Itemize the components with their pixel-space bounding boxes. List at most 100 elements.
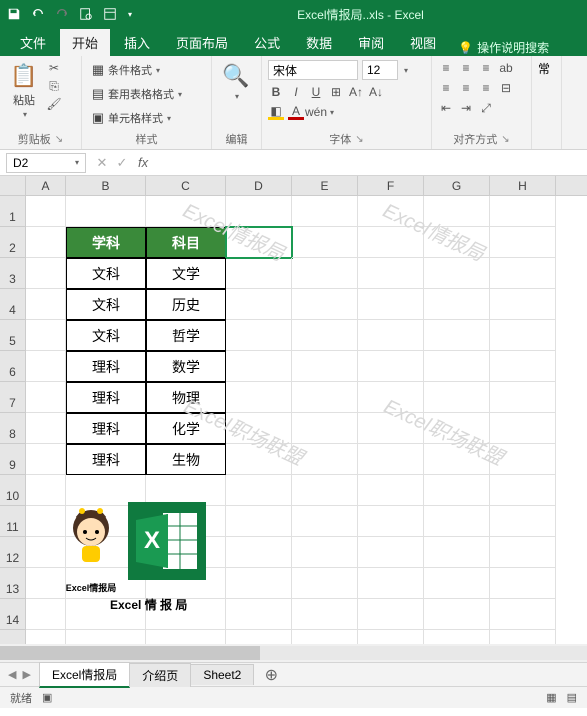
cell[interactable] [424,475,490,506]
cell[interactable]: 科目 [146,227,226,258]
cell[interactable] [26,196,66,227]
cell[interactable] [292,382,358,413]
clipboard-launcher-icon[interactable]: ↘ [55,134,63,145]
cell[interactable]: 文科 [66,289,146,320]
row-header[interactable]: 13 [0,568,26,599]
cell[interactable] [292,506,358,537]
cell[interactable] [424,599,490,630]
cell[interactable] [292,537,358,568]
cell[interactable] [292,227,358,258]
wrap-text-icon[interactable]: ab [498,60,514,76]
open-icon[interactable] [102,6,118,22]
cell[interactable] [292,320,358,351]
row-header[interactable]: 7 [0,382,26,413]
cell[interactable] [26,475,66,506]
cell[interactable] [424,568,490,599]
cell[interactable] [358,227,424,258]
align-center-icon[interactable]: ≡ [458,80,474,96]
cell[interactable] [292,599,358,630]
fill-color-button[interactable]: ◧ [268,104,284,120]
cell[interactable] [26,506,66,537]
merge-center-icon[interactable]: ⊟ [498,80,514,96]
sheet-tab[interactable]: Sheet2 [190,664,254,685]
increase-indent-icon[interactable]: ⇥ [458,100,474,116]
border-button[interactable]: ⊞ [328,84,344,100]
cell[interactable] [66,196,146,227]
new-sheet-button[interactable]: ⊕ [261,665,281,685]
column-header[interactable]: B [66,176,146,195]
row-header[interactable]: 5 [0,320,26,351]
column-header[interactable]: C [146,176,226,195]
column-header[interactable]: E [292,176,358,195]
cell[interactable] [490,382,556,413]
formula-input[interactable] [154,153,587,173]
next-sheet-icon[interactable]: ▶ [22,668,30,681]
cell[interactable] [26,258,66,289]
cell[interactable] [226,506,292,537]
cell[interactable] [490,475,556,506]
cell[interactable] [26,382,66,413]
confirm-input-icon[interactable]: ✓ [112,155,132,171]
cell[interactable] [358,599,424,630]
cell[interactable] [424,506,490,537]
cell[interactable] [424,258,490,289]
cell-styles-button[interactable]: ▣单元格样式▾ [88,108,184,128]
cell[interactable] [26,444,66,475]
underline-button[interactable]: U [308,84,324,100]
cut-icon[interactable]: ✂ [46,60,62,76]
cell[interactable] [358,568,424,599]
cell[interactable] [490,444,556,475]
cell[interactable] [424,196,490,227]
cell[interactable] [358,537,424,568]
select-all-corner[interactable] [0,176,26,195]
cell[interactable] [358,196,424,227]
tab-data[interactable]: 数据 [294,29,344,56]
macro-record-icon[interactable]: ▣ [42,691,52,704]
cell[interactable] [490,227,556,258]
cell[interactable] [424,444,490,475]
align-top-icon[interactable]: ≡ [438,60,454,76]
cell[interactable]: 化学 [146,413,226,444]
align-right-icon[interactable]: ≡ [478,80,494,96]
align-middle-icon[interactable]: ≡ [458,60,474,76]
row-header[interactable]: 11 [0,506,26,537]
cell[interactable]: 理科 [66,382,146,413]
align-bottom-icon[interactable]: ≡ [478,60,494,76]
cell[interactable] [226,444,292,475]
cell[interactable] [424,351,490,382]
qat-dropdown-icon[interactable]: ▾ [128,10,132,19]
cell[interactable] [292,258,358,289]
cell[interactable] [358,320,424,351]
row-header[interactable]: 8 [0,413,26,444]
cell[interactable] [424,227,490,258]
cell[interactable] [424,289,490,320]
font-launcher-icon[interactable]: ↘ [355,134,363,145]
cell[interactable] [292,475,358,506]
cell[interactable] [490,537,556,568]
cell[interactable] [490,351,556,382]
redo-icon[interactable] [54,6,70,22]
tab-insert[interactable]: 插入 [112,29,162,56]
cell[interactable]: 数学 [146,351,226,382]
cell[interactable] [490,196,556,227]
cell[interactable]: 理科 [66,413,146,444]
paste-button[interactable]: 📋 粘贴 ▾ [6,60,42,121]
prev-sheet-icon[interactable]: ◀ [8,668,16,681]
cell[interactable]: 文学 [146,258,226,289]
phonetic-button[interactable]: wén [308,104,324,120]
conditional-formatting-button[interactable]: ▦条件格式▾ [88,60,184,80]
undo-icon[interactable] [30,6,46,22]
cell[interactable]: 物理 [146,382,226,413]
cell[interactable] [26,537,66,568]
alignment-launcher-icon[interactable]: ↘ [501,134,509,145]
row-header[interactable]: 1 [0,196,26,227]
cell[interactable] [226,351,292,382]
cell[interactable] [226,382,292,413]
find-select-button[interactable]: 🔍 ▾ [218,60,254,103]
tab-view[interactable]: 视图 [398,29,448,56]
bold-button[interactable]: B [268,84,284,100]
cell[interactable] [292,196,358,227]
increase-font-button[interactable]: A↑ [348,84,364,100]
cell[interactable] [358,351,424,382]
cell[interactable]: 理科 [66,351,146,382]
